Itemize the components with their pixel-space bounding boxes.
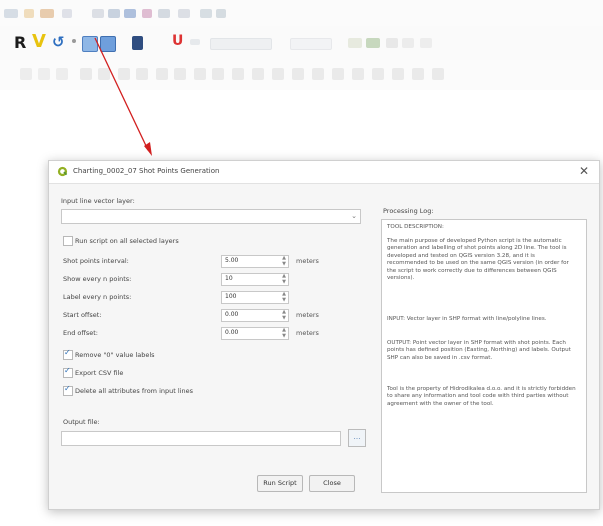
label-every-value: 100 [225,293,237,300]
close-button[interactable]: Close [309,475,355,492]
log-paragraph: The main purpose of developed Python scr… [387,238,569,282]
run-all-checkbox[interactable] [63,236,73,246]
show-every-label: Show every n points: [63,275,132,283]
chevron-down-icon: ⌄ [351,212,357,220]
label-every-input[interactable]: 100 ▲ ▼ [221,291,289,304]
start-offset-unit: meters [296,311,319,319]
form-panel: Input line vector layer: ⌄ Run script on… [61,195,369,495]
log-paragraph: OUTPUT: Point vector layer in SHP format… [387,340,571,361]
end-offset-label: End offset: [63,329,98,337]
run-all-label: Run script on all selected layers [75,237,179,245]
show-every-value: 10 [225,275,233,282]
dialog-titlebar[interactable]: Charting_0002_07 Shot Points Generation … [49,161,599,184]
close-icon[interactable]: ✕ [577,164,591,178]
shot-interval-input[interactable]: 5.00 ▲ ▼ [221,255,289,268]
start-offset-input[interactable]: 0.00 ▲ ▼ [221,309,289,322]
spin-arrows-icon[interactable]: ▲ ▼ [282,291,286,303]
run-script-button[interactable]: Run Script [257,475,303,492]
log-paragraph: INPUT: Vector layer in SHP format with l… [387,316,547,322]
end-offset-input[interactable]: 0.00 ▲ ▼ [221,327,289,340]
shot-points-dialog: Charting_0002_07 Shot Points Generation … [48,160,600,510]
spin-arrows-icon[interactable]: ▲ ▼ [282,327,286,339]
log-paragraph: TOOL DESCRIPTION: [387,224,444,230]
shot-interval-value: 5.00 [225,257,239,264]
export-csv-checkbox[interactable] [63,366,73,378]
end-offset-value: 0.00 [225,329,239,336]
browse-folder-icon[interactable]: … [348,429,366,447]
log-title: Processing Log: [383,207,434,215]
start-offset-label: Start offset: [63,311,102,319]
spin-arrows-icon[interactable]: ▲ ▼ [282,255,286,267]
remove-zero-label: Remove "0" value labels [75,351,155,359]
processing-log-panel: Processing Log: TOOL DESCRIPTION: The ma… [381,195,589,495]
delete-attributes-checkbox[interactable] [63,384,73,396]
input-layer-label: Input line vector layer: [61,197,135,205]
log-paragraph: Tool is the property of Hidrodikalea d.o… [387,386,576,407]
log-textbox[interactable]: TOOL DESCRIPTION: The main purpose of de… [381,219,587,493]
export-csv-label: Export CSV file [75,369,124,377]
output-file-input[interactable] [61,431,341,446]
output-file-label: Output file: [63,418,100,426]
dialog-title: Charting_0002_07 Shot Points Generation [73,167,220,175]
spin-arrows-icon[interactable]: ▲ ▼ [282,309,286,321]
shot-interval-label: Shot points interval: [63,257,129,265]
delete-attributes-label: Delete all attributes from input lines [75,387,193,395]
label-every-label: Label every n points: [63,293,132,301]
show-every-input[interactable]: 10 ▲ ▼ [221,273,289,286]
end-offset-unit: meters [296,329,319,337]
start-offset-value: 0.00 [225,311,239,318]
spin-arrows-icon[interactable]: ▲ ▼ [282,273,286,285]
shot-interval-unit: meters [296,257,319,265]
qgis-logo-icon [57,166,68,177]
input-layer-combo[interactable]: ⌄ [61,209,361,224]
remove-zero-checkbox[interactable] [63,348,73,360]
